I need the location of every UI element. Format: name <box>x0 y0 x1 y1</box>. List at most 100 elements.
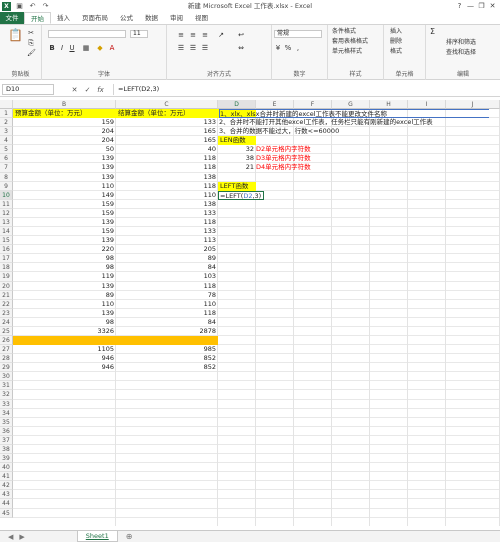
cell-budget[interactable]: 946 <box>13 354 115 363</box>
row-header[interactable]: 12 <box>0 208 13 218</box>
sort-filter-button[interactable]: 排序和筛选 <box>446 39 476 47</box>
tab-review[interactable]: 审阅 <box>164 12 189 24</box>
cell-budget[interactable]: 98 <box>13 318 115 327</box>
row-header[interactable]: 40 <box>0 463 13 473</box>
orientation-icon[interactable]: ↗ <box>217 31 225 39</box>
cell-settlement[interactable]: 133 <box>116 209 217 218</box>
note-2[interactable]: 2、合并时不能打开其他excel工作表，任务栏只能有刚新建的excel工作表 <box>219 118 499 127</box>
row-header[interactable]: 37 <box>0 435 13 445</box>
note-1[interactable]: 1、xlx、xlsx合并时新建的excel工作表不能更改文件名称 <box>219 109 489 118</box>
row-header[interactable]: 1 <box>0 109 13 119</box>
col-header-h[interactable]: H <box>370 100 408 109</box>
row-header[interactable]: 4 <box>0 136 13 146</box>
cell-budget[interactable]: 946 <box>13 363 115 372</box>
cell-settlement[interactable]: 113 <box>116 236 217 245</box>
enter-icon[interactable]: ✓ <box>81 86 94 94</box>
row-header[interactable]: 23 <box>0 308 13 318</box>
row-header[interactable]: 38 <box>0 444 13 455</box>
cell-budget[interactable]: 1105 <box>13 345 115 354</box>
align-top-icon[interactable]: ≡ <box>177 31 185 39</box>
len-desc-3[interactable]: D4单元格内字符数 <box>256 163 336 172</box>
cell-settlement[interactable]: 985 <box>116 345 217 354</box>
name-box[interactable]: D10 <box>2 84 54 95</box>
cell-budget[interactable]: 159 <box>13 200 115 209</box>
cell-settlement[interactable]: 84 <box>116 318 217 327</box>
number-format-select[interactable]: 常规 <box>274 30 322 38</box>
cell-settlement[interactable]: 118 <box>116 282 217 291</box>
cell-budget[interactable]: 110 <box>13 300 115 309</box>
col-header-d[interactable]: D <box>218 100 256 109</box>
col-header-g[interactable]: G <box>332 100 370 109</box>
cell-settlement[interactable]: 118 <box>116 309 217 318</box>
len-value-1[interactable]: 32 <box>218 145 255 154</box>
fill-color-icon[interactable]: ◆ <box>96 44 104 52</box>
cell-settlement[interactable]: 78 <box>116 291 217 300</box>
bold-icon[interactable]: B <box>48 44 56 52</box>
font-size-select[interactable]: 11 <box>130 30 148 38</box>
underline-icon[interactable]: U <box>68 44 76 52</box>
row-header[interactable]: 33 <box>0 399 13 409</box>
header-settlement-amount[interactable]: 结算金额（单位：万元） <box>116 109 218 118</box>
row-header[interactable]: 20 <box>0 281 13 291</box>
tab-home[interactable]: 开始 <box>24 12 51 24</box>
left-function-title[interactable]: LEFT函数 <box>218 181 256 191</box>
cell-settlement[interactable]: 110 <box>116 191 217 200</box>
sheet-tab-sheet1[interactable]: Sheet1 <box>76 531 118 542</box>
row-header[interactable]: 27 <box>0 345 13 355</box>
cut-icon[interactable]: ✂ <box>27 29 35 37</box>
cell-settlement[interactable]: 118 <box>116 182 217 191</box>
insert-button[interactable]: 插入 <box>390 28 402 36</box>
cancel-icon[interactable]: ✕ <box>68 86 81 94</box>
row-header[interactable]: 18 <box>0 263 13 273</box>
align-middle-icon[interactable]: ≡ <box>189 31 197 39</box>
undo-icon[interactable]: ↶ <box>28 2 37 11</box>
format-as-table-button[interactable]: 套用表格格式 <box>332 38 368 46</box>
merge-icon[interactable]: ⇔ <box>237 44 245 52</box>
row-header[interactable]: 30 <box>0 372 13 382</box>
note-3[interactable]: 3、合并的数据不能过大，行数<=60000 <box>219 127 499 136</box>
col-header-f[interactable]: F <box>294 100 332 109</box>
len-function-title[interactable]: LEN函数 <box>218 136 256 146</box>
cell-settlement[interactable]: 118 <box>116 154 217 163</box>
cell-budget[interactable]: 204 <box>13 127 115 136</box>
tab-data[interactable]: 数据 <box>139 12 164 24</box>
row-header[interactable]: 24 <box>0 317 13 327</box>
header-budget-amount[interactable]: 预算金额（单位：万元） <box>13 109 116 118</box>
row-header[interactable]: 21 <box>0 290 13 300</box>
conditional-format-button[interactable]: 条件格式 <box>332 28 356 36</box>
row-header[interactable]: 28 <box>0 354 13 364</box>
percent-icon[interactable]: % <box>284 44 292 52</box>
format-button[interactable]: 格式 <box>390 48 402 56</box>
col-header-b[interactable]: B <box>13 100 116 109</box>
cell-budget[interactable]: 3326 <box>13 327 115 336</box>
row-header[interactable]: 35 <box>0 417 13 427</box>
find-select-button[interactable]: 查找和选择 <box>446 49 476 57</box>
align-bottom-icon[interactable]: ≡ <box>201 31 209 39</box>
cell-budget[interactable]: 98 <box>13 254 115 263</box>
row-header[interactable]: 19 <box>0 272 13 282</box>
row-header[interactable]: 14 <box>0 227 13 237</box>
row-header[interactable]: 13 <box>0 217 13 228</box>
row-header[interactable]: 10 <box>0 190 13 200</box>
cell-settlement[interactable]: 118 <box>116 163 217 172</box>
cell-budget[interactable]: 159 <box>13 227 115 236</box>
row-header[interactable]: 29 <box>0 363 13 373</box>
cell-budget[interactable]: 139 <box>13 282 115 291</box>
cell-settlement[interactable]: 205 <box>116 245 217 254</box>
cell-budget[interactable]: 139 <box>13 236 115 245</box>
row-header[interactable]: 7 <box>0 163 13 173</box>
select-all-corner[interactable] <box>0 100 13 109</box>
help-button[interactable]: ? <box>454 0 465 12</box>
cell-settlement[interactable]: 852 <box>116 354 217 363</box>
cell-budget[interactable]: 50 <box>13 145 115 154</box>
cell-budget[interactable]: 139 <box>13 154 115 163</box>
cell-settlement[interactable]: 103 <box>116 272 217 281</box>
cell-settlement[interactable]: 133 <box>116 118 217 127</box>
row-header[interactable]: 45 <box>0 508 13 518</box>
cell-settlement[interactable]: 84 <box>116 263 217 272</box>
align-center-icon[interactable]: ☰ <box>189 44 197 52</box>
format-painter-icon[interactable]: 🖌 <box>27 49 36 57</box>
cell-styles-button[interactable]: 单元格样式 <box>332 48 362 56</box>
formula-input[interactable]: =LEFT(D2,3) <box>113 84 500 95</box>
cell-settlement[interactable]: 852 <box>116 363 217 372</box>
